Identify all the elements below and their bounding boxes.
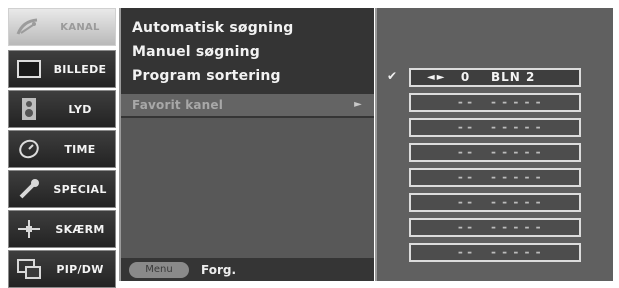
satellite-dish-icon (9, 8, 49, 46)
channel-name: - - - - - (491, 195, 542, 209)
favorite-slot-4[interactable]: - - - - - - - (409, 143, 581, 162)
sidebar-item-label: KANAL (60, 21, 100, 33)
channel-number: - - (457, 95, 473, 109)
favorite-slot-3[interactable]: - - - - - - - (409, 118, 581, 137)
channel-name: - - - - - (491, 120, 542, 134)
channel-number: - - (457, 220, 473, 234)
sidebar-item-billede[interactable]: BILLEDE (8, 50, 116, 88)
favorite-slot-5[interactable]: - - - - - - - (409, 168, 581, 187)
favorite-slot-1[interactable]: ◄► 0 BLN 2 (409, 68, 581, 87)
menu-button[interactable]: Menu (129, 261, 189, 278)
channel-number: - - (457, 195, 473, 209)
menu-item-favorite-channel[interactable]: Favorit kanel ► (121, 94, 374, 116)
sidebar-item-label: SPECIAL (53, 182, 107, 196)
clock-icon (9, 130, 49, 168)
channel-name: BLN 2 (491, 70, 536, 84)
channel-number: - - (457, 120, 473, 134)
channel-name: - - - - - (491, 145, 542, 159)
channel-number: 0 (460, 70, 470, 84)
favorite-slot-6[interactable]: - - - - - - - (409, 193, 581, 212)
main-menu-sidebar: KANAL BILLEDE LYD TIME SPECIAL SKÆRM PIP… (8, 8, 116, 288)
sidebar-item-time[interactable]: TIME (8, 130, 116, 168)
channel-name: - - - - - (491, 245, 542, 259)
submenu-footer: Menu Forg. (121, 258, 374, 281)
sidebar-item-label: SKÆRM (55, 222, 105, 236)
sidebar-item-label: PIP/DW (56, 262, 104, 276)
sidebar-item-lyd[interactable]: LYD (8, 90, 116, 128)
favorite-slot-8[interactable]: - - - - - - - (409, 243, 581, 262)
channel-number: - - (457, 145, 473, 159)
wrench-icon (9, 170, 49, 208)
sidebar-item-label: LYD (68, 102, 92, 116)
channel-name: - - - - - (491, 220, 542, 234)
tv-screen-icon (9, 50, 49, 88)
menu-item-program-sort[interactable]: Program sortering (132, 68, 281, 84)
favorite-channel-panel: ✔ ◄► 0 BLN 2 - - - - - - - - - - - - - -… (375, 8, 613, 281)
submenu-panel: Automatisk søgning Manuel søgning Progra… (119, 8, 374, 281)
channel-name: - - - - - (491, 170, 542, 184)
sidebar-item-skaerm[interactable]: SKÆRM (8, 210, 116, 248)
channel-number: - - (457, 245, 473, 259)
sidebar-item-label: TIME (64, 142, 96, 156)
crosshair-icon (9, 210, 49, 248)
favorite-slot-7[interactable]: - - - - - - - (409, 218, 581, 237)
sidebar-item-label: BILLEDE (53, 62, 107, 76)
sidebar-item-pip-dw[interactable]: PIP/DW (8, 250, 116, 288)
check-icon: ✔ (387, 69, 398, 83)
channel-name: - - - - - (491, 95, 542, 109)
arrow-right-icon: ► (354, 99, 362, 110)
previous-label: Forg. (201, 262, 237, 277)
menu-item-label: Favorit kanel (132, 98, 224, 112)
sidebar-item-kanal[interactable]: KANAL (8, 8, 116, 46)
menu-item-manual-search[interactable]: Manuel søgning (132, 44, 260, 60)
favorite-slot-2[interactable]: - - - - - - - (409, 93, 581, 112)
speaker-icon (9, 90, 49, 128)
menu-item-auto-search[interactable]: Automatisk søgning (132, 20, 293, 36)
submenu-empty-area (121, 118, 374, 258)
left-right-arrows-icon[interactable]: ◄► (427, 70, 446, 85)
sidebar-item-special[interactable]: SPECIAL (8, 170, 116, 208)
pip-icon (9, 250, 49, 288)
channel-number: - - (457, 170, 473, 184)
